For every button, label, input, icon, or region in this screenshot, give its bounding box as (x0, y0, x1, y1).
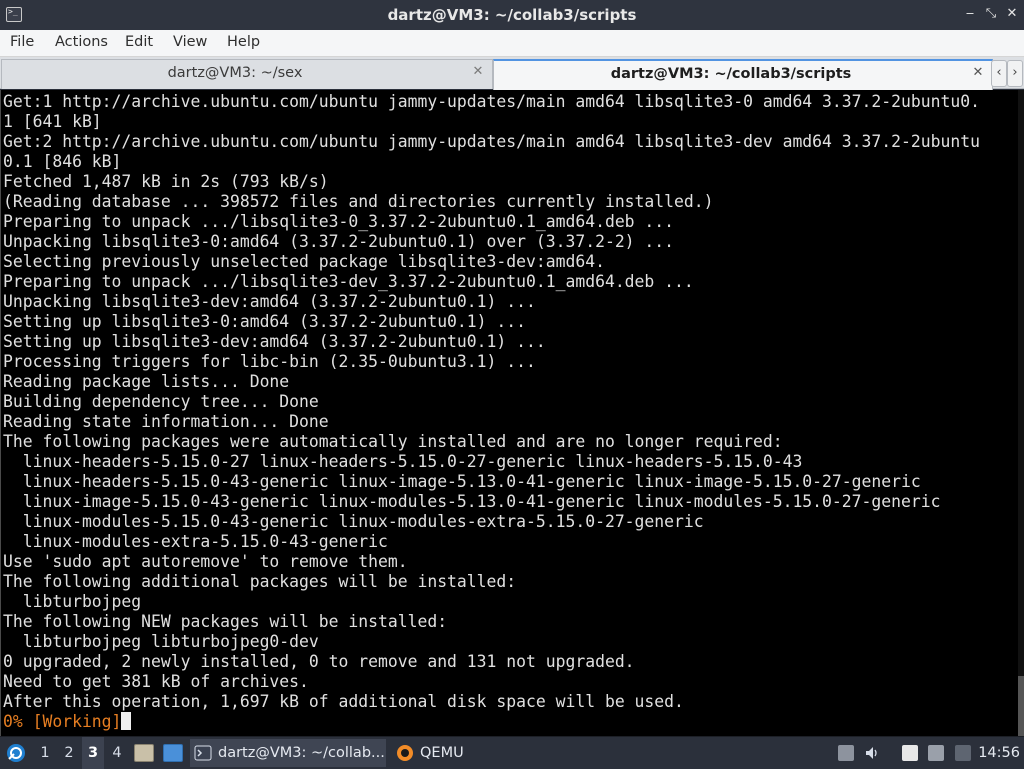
terminal-line: Preparing to unpack .../libsqlite3-0_3.3… (3, 212, 675, 231)
menu-file[interactable]: File (10, 34, 34, 50)
terminal-line: Reading state information... Done (3, 412, 329, 431)
title-bar[interactable]: dartz@VM3: ~/collab3/scripts ‒ ⤡ ✕ (0, 0, 1024, 30)
terminal-line: (Reading database ... 398572 files and d… (3, 192, 714, 211)
terminal-line: linux-headers-5.15.0-43-generic linux-im… (3, 472, 921, 491)
task-label: QEMU (420, 745, 464, 761)
menu-help[interactable]: Help (227, 34, 260, 50)
menu-edit[interactable]: Edit (125, 34, 153, 50)
tab-scroll-right-icon[interactable]: › (1007, 60, 1023, 87)
terminal-line: Reading package lists... Done (3, 372, 290, 391)
terminal-output[interactable]: Get:1 http://archive.ubuntu.com/ubuntu j… (0, 90, 1024, 736)
terminal-line: linux-image-5.15.0-43-generic linux-modu… (3, 492, 941, 511)
window-title: dartz@VM3: ~/collab3/scripts (387, 6, 637, 24)
tab-sex[interactable]: dartz@VM3: ~/sex ✕ (1, 59, 493, 89)
menu-actions[interactable]: Actions (55, 34, 108, 50)
terminal-progress-line: 0% [Working] (3, 712, 1017, 732)
display-icon[interactable] (955, 745, 971, 761)
menu-view[interactable]: View (173, 34, 207, 50)
terminal-line: Unpacking libsqlite3-dev:amd64 (3.37.2-2… (3, 292, 536, 311)
terminal-line: libturbojpeg (3, 592, 142, 611)
terminal-line: Selecting previously unselected package … (3, 252, 605, 271)
tab-collab3-scripts[interactable]: dartz@VM3: ~/collab3/scripts ✕ (493, 59, 993, 90)
terminal-line: 0.1 [846 kB] (3, 152, 122, 171)
terminal-line: Fetched 1,487 kB in 2s (793 kB/s) (3, 172, 329, 191)
terminal-line: Setting up libsqlite3-dev:amd64 (3.37.2-… (3, 332, 546, 351)
terminal-line: Use 'sudo apt autoremove' to remove them… (3, 552, 408, 571)
terminal-line: Get:1 http://archive.ubuntu.com/ubuntu j… (3, 92, 980, 111)
task-terminal[interactable]: dartz@VM3: ~/collab... (190, 739, 386, 767)
terminal-cursor (121, 712, 132, 730)
terminal-line: Get:2 http://archive.ubuntu.com/ubuntu j… (3, 132, 980, 151)
show-desktop-icon[interactable] (163, 744, 183, 762)
terminal-line: libturbojpeg libturbojpeg0-dev (3, 632, 319, 651)
terminal-line: The following additional packages will b… (3, 572, 517, 591)
tab-label: dartz@VM3: ~/sex (167, 65, 303, 81)
terminal-line: linux-modules-extra-5.15.0-43-generic (3, 532, 388, 551)
terminal-scrollbar[interactable] (1018, 90, 1024, 736)
terminal-line: After this operation, 1,697 kB of additi… (3, 692, 684, 711)
tab-close-icon[interactable]: ✕ (471, 65, 485, 79)
terminal-line: Setting up libsqlite3-0:amd64 (3.37.2-2u… (3, 312, 527, 331)
terminal-icon (194, 745, 212, 761)
terminal-line: 0 upgraded, 2 newly installed, 0 to remo… (3, 652, 635, 671)
tab-label: dartz@VM3: ~/collab3/scripts (610, 66, 852, 82)
terminal-line: linux-headers-5.15.0-27 linux-headers-5.… (3, 452, 803, 471)
start-menu-button[interactable] (4, 737, 28, 769)
task-qemu[interactable]: QEMU (392, 739, 472, 767)
tab-close-icon[interactable]: ✕ (971, 66, 985, 80)
network-icon[interactable] (928, 745, 944, 761)
workspace-4[interactable]: 4 (106, 737, 128, 769)
workspace-3[interactable]: 3 (82, 737, 104, 769)
terminal-line: Building dependency tree... Done (3, 392, 319, 411)
terminal-line: Unpacking libsqlite3-0:amd64 (3.37.2-2ub… (3, 232, 675, 251)
terminal-line: linux-modules-5.15.0-43-generic linux-mo… (3, 512, 704, 531)
terminal-line: Processing triggers for libc-bin (2.35-0… (3, 352, 536, 371)
terminal-line: Need to get 381 kB of archives. (3, 672, 309, 691)
clock[interactable]: 14:56 (978, 737, 1020, 769)
volume-icon[interactable] (864, 745, 880, 761)
taskbar: 1 2 3 4 dartz@VM3: ~/collab... QEMU 14:5… (0, 736, 1024, 769)
lubuntu-logo-icon (7, 744, 25, 762)
terminal-lines: Get:1 http://archive.ubuntu.com/ubuntu j… (3, 92, 1017, 732)
close-window-button[interactable]: ✕ (1004, 6, 1020, 22)
tab-scroll-left-icon[interactable]: ‹ (991, 60, 1007, 87)
terminal-line: The following NEW packages will be insta… (3, 612, 448, 631)
workspace-2[interactable]: 2 (58, 737, 80, 769)
scrollbar-thumb[interactable] (1018, 676, 1024, 736)
menu-bar: File Actions Edit View Help (0, 30, 1024, 57)
file-manager-icon[interactable] (134, 744, 154, 762)
tab-bar: dartz@VM3: ~/sex ✕ dartz@VM3: ~/collab3/… (0, 57, 1024, 90)
terminal-line: Preparing to unpack .../libsqlite3-dev_3… (3, 272, 694, 291)
task-label: dartz@VM3: ~/collab... (218, 745, 385, 761)
update-notifier-icon[interactable] (838, 745, 854, 761)
maximize-button[interactable]: ⤡ (983, 6, 999, 22)
workspace-1[interactable]: 1 (34, 737, 56, 769)
apt-progress: 0% [Working] (3, 712, 122, 731)
clipboard-icon[interactable] (902, 745, 918, 761)
minimize-button[interactable]: ‒ (962, 6, 978, 22)
terminal-line: 1 [641 kB] (3, 112, 102, 131)
terminal-line: The following packages were automaticall… (3, 432, 783, 451)
qemu-icon (397, 745, 413, 761)
